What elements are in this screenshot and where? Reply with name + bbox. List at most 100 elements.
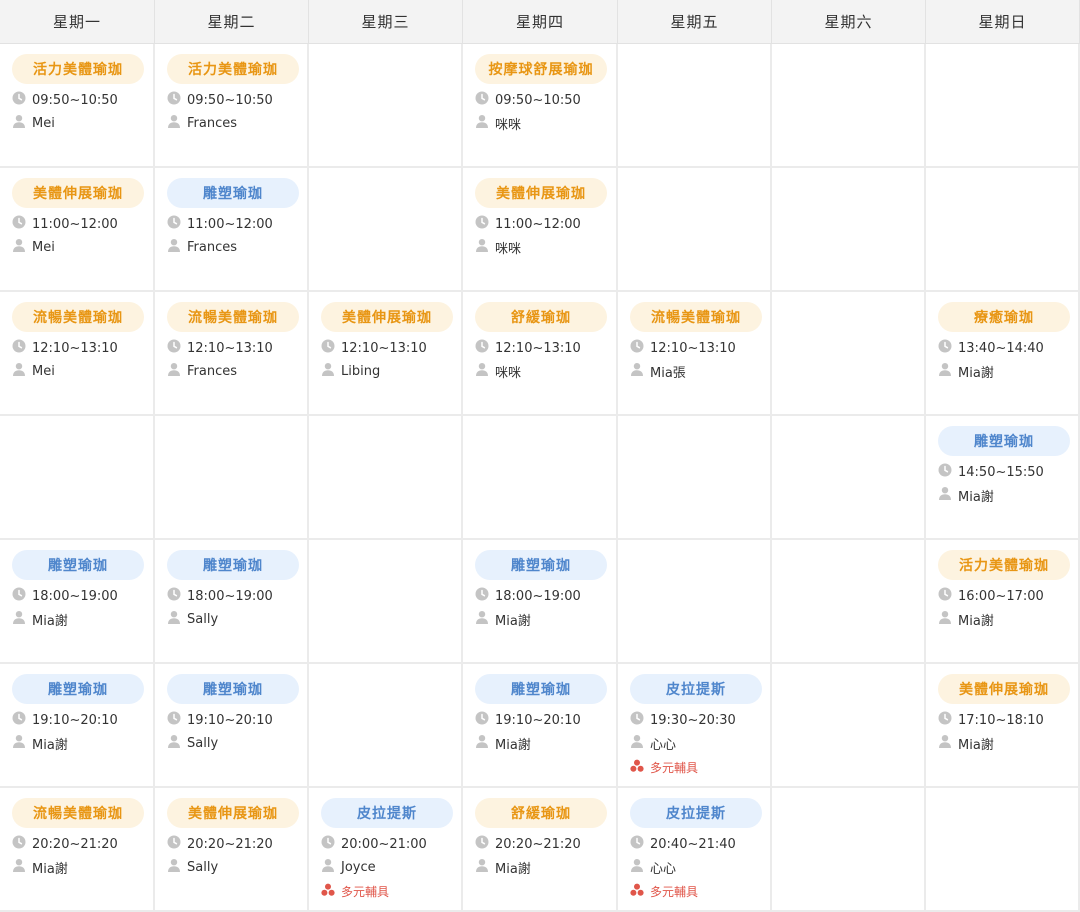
class-name-badge[interactable]: 舒緩瑜珈 [475, 798, 607, 828]
day-header-sun: 星期日 [926, 0, 1080, 44]
day-header-thu: 星期四 [463, 0, 618, 44]
class-teacher: Mia謝 [475, 610, 531, 629]
class-name-badge[interactable]: 流暢美體瑜珈 [630, 302, 762, 332]
class-time: 11:00~12:00 [167, 215, 273, 233]
schedule-cell: 美體伸展瑜珈 11:00~12:00 Mei [0, 168, 155, 292]
person-icon [12, 362, 32, 380]
schedule-cell: 療癒瑜珈 13:40~14:40 Mia謝 [926, 292, 1080, 416]
class-time-text: 17:10~18:10 [958, 712, 1044, 728]
person-icon [167, 114, 187, 132]
schedule-cell: 皮拉提斯 20:00~21:00 Joyce 多元輔具 [309, 788, 463, 912]
class-time: 09:50~10:50 [167, 91, 273, 109]
class-teacher-text: 咪咪 [495, 241, 522, 257]
class-teacher: Mei [12, 238, 55, 256]
class-equipment-text: 多元輔具 [650, 884, 699, 899]
person-icon [167, 610, 187, 628]
class-teacher-text: Mia謝 [958, 737, 994, 753]
schedule-cell [772, 664, 926, 788]
class-name-badge[interactable]: 流暢美體瑜珈 [167, 302, 299, 332]
schedule-cell: 舒緩瑜珈 20:20~21:20 Mia謝 [463, 788, 618, 912]
schedule-cell [772, 416, 926, 540]
class-time: 19:10~20:10 [475, 711, 581, 729]
class-name-badge[interactable]: 雕塑瑜珈 [167, 178, 299, 208]
class-time-text: 11:00~12:00 [32, 216, 118, 232]
person-icon [938, 362, 958, 380]
class-teacher-text: 心心 [650, 861, 677, 877]
class-time: 12:10~13:10 [475, 339, 581, 357]
schedule-cell [926, 44, 1080, 168]
class-name-badge[interactable]: 美體伸展瑜珈 [167, 798, 299, 828]
class-time-text: 11:00~12:00 [187, 216, 273, 232]
class-time: 12:10~13:10 [321, 339, 427, 357]
clock-icon [167, 711, 187, 729]
class-name-badge[interactable]: 雕塑瑜珈 [12, 674, 144, 704]
class-teacher-text: Mia謝 [32, 861, 68, 877]
class-time-text: 09:50~10:50 [495, 92, 581, 108]
person-icon [938, 734, 958, 752]
schedule-cell [618, 540, 772, 664]
class-name-badge[interactable]: 皮拉提斯 [630, 674, 762, 704]
class-teacher-text: Mei [32, 363, 55, 379]
schedule-cell [309, 416, 463, 540]
class-name-badge[interactable]: 美體伸展瑜珈 [938, 674, 1070, 704]
schedule-cell [309, 44, 463, 168]
clock-icon [630, 835, 650, 853]
class-teacher-text: 咪咪 [495, 117, 522, 133]
clock-icon [475, 91, 495, 109]
class-name-badge[interactable]: 活力美體瑜珈 [938, 550, 1070, 580]
class-teacher: Mia謝 [12, 734, 68, 753]
class-time-text: 12:10~13:10 [341, 340, 427, 356]
class-teacher: Frances [167, 362, 237, 380]
schedule-cell: 雕塑瑜珈 18:00~19:00 Mia謝 [0, 540, 155, 664]
class-time: 20:20~21:20 [12, 835, 118, 853]
schedule-cell: 雕塑瑜珈 18:00~19:00 Sally [155, 540, 309, 664]
clock-icon [167, 587, 187, 605]
class-name-badge[interactable]: 活力美體瑜珈 [12, 54, 144, 84]
class-name-badge[interactable]: 雕塑瑜珈 [475, 550, 607, 580]
class-name-badge[interactable]: 按摩球舒展瑜珈 [475, 54, 607, 84]
class-name-badge[interactable]: 雕塑瑜珈 [475, 674, 607, 704]
class-name-badge[interactable]: 美體伸展瑜珈 [321, 302, 453, 332]
schedule-cell [155, 416, 309, 540]
class-name-badge[interactable]: 美體伸展瑜珈 [475, 178, 607, 208]
equipment-icon [630, 883, 650, 900]
class-name-badge[interactable]: 雕塑瑜珈 [167, 550, 299, 580]
schedule-cell [772, 292, 926, 416]
class-name-badge[interactable]: 雕塑瑜珈 [167, 674, 299, 704]
class-name-badge[interactable]: 皮拉提斯 [630, 798, 762, 828]
class-name-badge[interactable]: 流暢美體瑜珈 [12, 798, 144, 828]
clock-icon [938, 339, 958, 357]
class-time: 18:00~19:00 [12, 587, 118, 605]
class-name-badge[interactable]: 雕塑瑜珈 [938, 426, 1070, 456]
schedule-cell: 流暢美體瑜珈 12:10~13:10 Mei [0, 292, 155, 416]
class-name-badge[interactable]: 流暢美體瑜珈 [12, 302, 144, 332]
clock-icon [167, 835, 187, 853]
class-name-badge[interactable]: 舒緩瑜珈 [475, 302, 607, 332]
class-teacher-text: Sally [187, 611, 219, 627]
class-name-badge[interactable]: 活力美體瑜珈 [167, 54, 299, 84]
class-name-badge[interactable]: 療癒瑜珈 [938, 302, 1070, 332]
class-teacher: Mia謝 [938, 362, 994, 381]
class-time-text: 14:50~15:50 [958, 464, 1044, 480]
class-teacher-text: Sally [187, 859, 219, 875]
schedule-cell [618, 416, 772, 540]
clock-icon [321, 339, 341, 357]
schedule-cell: 活力美體瑜珈 09:50~10:50 Frances [155, 44, 309, 168]
class-time-text: 11:00~12:00 [495, 216, 581, 232]
class-teacher: Joyce [321, 858, 376, 876]
person-icon [938, 486, 958, 504]
class-name-badge[interactable]: 雕塑瑜珈 [12, 550, 144, 580]
class-time: 13:40~14:40 [938, 339, 1044, 357]
class-teacher-text: Mia謝 [32, 613, 68, 629]
person-icon [167, 362, 187, 380]
class-name-badge[interactable]: 美體伸展瑜珈 [12, 178, 144, 208]
class-time-text: 20:40~21:40 [650, 836, 736, 852]
class-name-badge[interactable]: 皮拉提斯 [321, 798, 453, 828]
clock-icon [12, 835, 32, 853]
class-time-text: 12:10~13:10 [650, 340, 736, 356]
person-icon [630, 362, 650, 380]
class-time: 19:30~20:30 [630, 711, 736, 729]
schedule-cell [772, 44, 926, 168]
class-time: 09:50~10:50 [12, 91, 118, 109]
clock-icon [630, 339, 650, 357]
